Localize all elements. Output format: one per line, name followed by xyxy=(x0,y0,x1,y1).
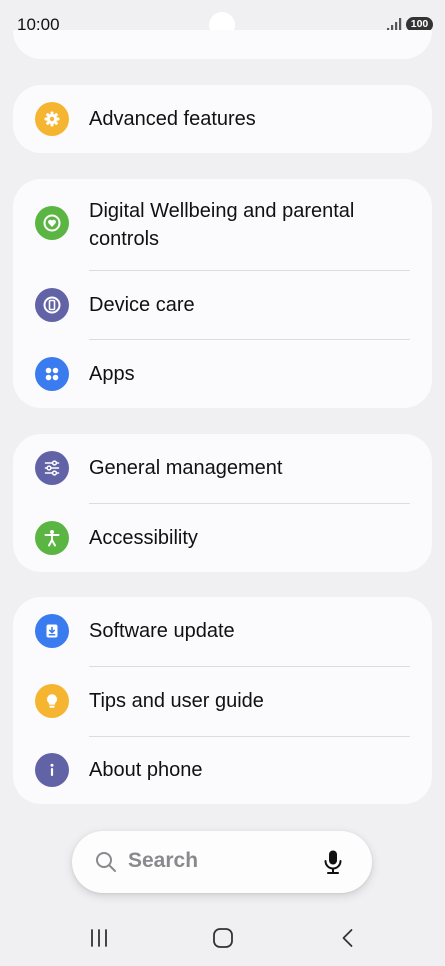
settings-item-label: General management xyxy=(89,457,283,479)
heart-circle-icon xyxy=(35,206,69,240)
settings-item-apps[interactable]: Apps xyxy=(13,340,432,408)
sliders-icon xyxy=(35,451,69,485)
home-button[interactable] xyxy=(208,924,238,952)
settings-item-general-management[interactable]: General management xyxy=(13,434,432,503)
settings-group-advanced: Advanced features xyxy=(13,85,432,153)
settings-group-wellbeing: Digital Wellbeing and parental controls … xyxy=(13,179,432,408)
accessibility-person-icon xyxy=(35,521,69,555)
settings-item-software-update[interactable]: Software update xyxy=(13,597,432,666)
back-button[interactable] xyxy=(333,924,363,952)
settings-item-label: Device care xyxy=(89,294,195,316)
apps-grid-icon xyxy=(35,357,69,391)
info-icon xyxy=(35,753,69,787)
settings-item-label: Digital Wellbeing and parental controls xyxy=(89,200,355,250)
settings-group-management: General management Accessibility xyxy=(13,434,432,572)
search-icon xyxy=(96,852,116,872)
settings-group-about: Software update Tips and user guide Abou… xyxy=(13,597,432,804)
settings-item-label: Advanced features xyxy=(89,108,256,130)
device-care-icon xyxy=(35,288,69,322)
settings-item-label: Tips and user guide xyxy=(89,690,264,712)
settings-item-label: Apps xyxy=(89,363,135,385)
search-label: Search xyxy=(128,849,199,872)
settings-item-tips[interactable]: Tips and user guide xyxy=(13,667,432,736)
settings-item-accessibility[interactable]: Accessibility xyxy=(13,504,432,572)
scrolled-card-edge xyxy=(13,30,432,59)
settings-item-about-phone[interactable]: About phone xyxy=(13,737,432,804)
settings-item-device-care[interactable]: Device care xyxy=(13,271,432,339)
home-icon xyxy=(213,928,233,948)
back-icon xyxy=(342,929,353,947)
recents-button[interactable] xyxy=(84,924,114,952)
download-icon xyxy=(35,614,69,648)
lightbulb-icon xyxy=(35,684,69,718)
navigation-bar xyxy=(0,910,445,966)
gear-star-icon xyxy=(35,102,69,136)
search-bar[interactable]: Search xyxy=(72,831,372,893)
settings-item-digital-wellbeing[interactable]: Digital Wellbeing and parental controls xyxy=(13,179,432,270)
microphone-icon[interactable] xyxy=(322,849,344,875)
settings-item-label: Accessibility xyxy=(89,527,198,549)
settings-item-label: Software update xyxy=(89,620,235,642)
settings-item-advanced-features[interactable]: Advanced features xyxy=(13,85,432,153)
settings-item-label: About phone xyxy=(89,759,203,781)
recents-icon xyxy=(91,929,107,947)
